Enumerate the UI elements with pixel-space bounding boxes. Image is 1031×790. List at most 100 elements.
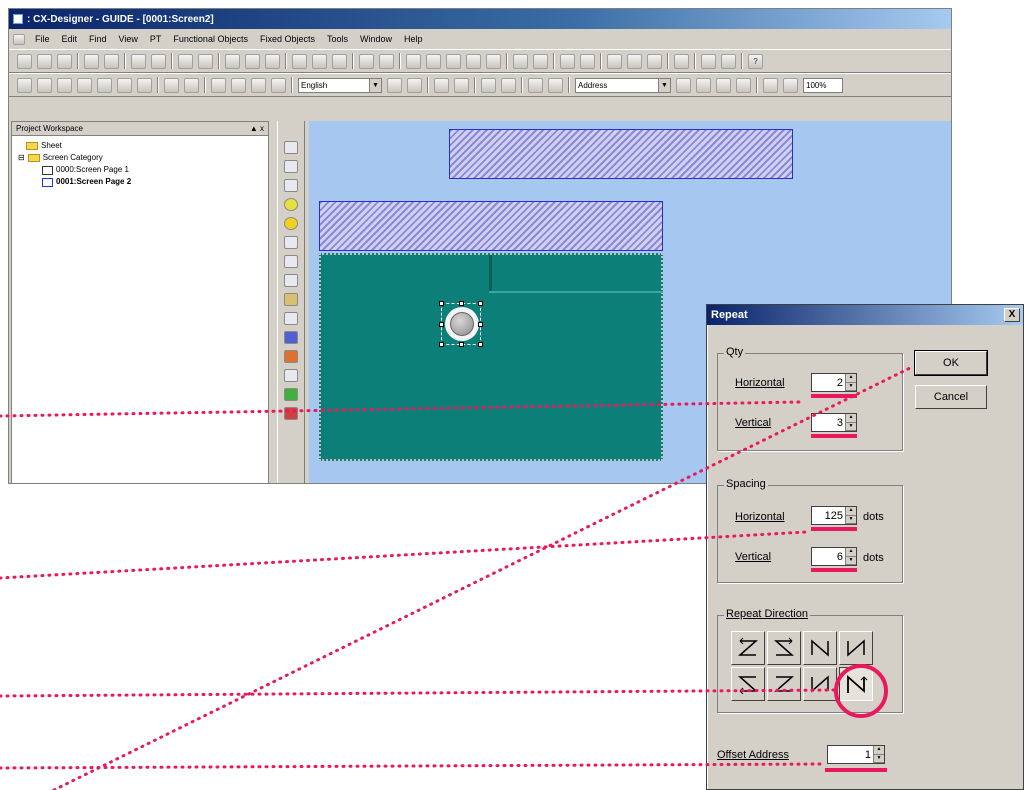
menu-pt[interactable]: PT [148, 33, 164, 45]
menu-view[interactable]: View [117, 33, 140, 45]
copy-icon[interactable] [245, 53, 260, 69]
replace-icon[interactable] [533, 53, 548, 69]
color-icon[interactable] [783, 77, 798, 93]
open-icon[interactable] [37, 53, 52, 69]
cancel-button[interactable]: Cancel [915, 385, 987, 409]
thumbwheel-icon[interactable] [284, 312, 298, 325]
spinner-arrows-icon[interactable]: ▲ ▼ [873, 746, 884, 763]
properties-icon[interactable] [265, 53, 280, 69]
expand-icon[interactable]: ⊟ [18, 152, 25, 164]
transfer-icon[interactable] [131, 53, 146, 69]
find-icon[interactable] [513, 53, 528, 69]
tree-item-screen-category[interactable]: ⊟ Screen Category [18, 152, 262, 164]
numeral-display-icon[interactable] [284, 255, 298, 268]
help-icon[interactable]: ? [748, 53, 763, 69]
polyline-tool-icon[interactable] [77, 77, 92, 93]
new-icon[interactable] [17, 53, 32, 69]
open-folder-icon[interactable] [57, 53, 72, 69]
menu-fixed-objects[interactable]: Fixed Objects [258, 33, 317, 45]
save-icon[interactable] [104, 53, 119, 69]
resize-handle[interactable] [459, 301, 464, 306]
copy-clip-icon[interactable] [426, 53, 441, 69]
cut-icon[interactable] [406, 53, 421, 69]
folder-icon[interactable] [647, 53, 662, 69]
library-icon[interactable] [701, 53, 716, 69]
bitmap-icon[interactable] [284, 331, 298, 344]
polygon-tool-icon[interactable] [97, 77, 112, 93]
tag-icon[interactable] [716, 77, 731, 93]
test-icon[interactable] [607, 53, 622, 69]
hatched-object-middle[interactable] [319, 201, 663, 251]
workspace-pin-close[interactable]: ▲ x [250, 124, 264, 133]
spinner-arrows-icon[interactable]: ▲ ▼ [845, 507, 856, 524]
circle-tool-icon[interactable] [37, 77, 52, 93]
undo-icon[interactable] [359, 53, 374, 69]
compare-icon[interactable] [178, 53, 193, 69]
hatched-object-top[interactable] [449, 129, 793, 179]
align-left-icon[interactable] [164, 77, 179, 93]
menu-functional-objects[interactable]: Functional Objects [171, 33, 250, 45]
menu-find[interactable]: Find [87, 33, 109, 45]
rectangle-tool-icon[interactable] [17, 77, 32, 93]
paste-clip-icon[interactable] [446, 53, 461, 69]
new-page-icon[interactable] [84, 53, 99, 69]
page-icon[interactable] [292, 53, 307, 69]
offset-address-spinner[interactable]: 1 ▲ ▼ [827, 745, 885, 764]
font-icon[interactable] [387, 77, 402, 93]
arc-tool-icon[interactable] [137, 77, 152, 93]
compare-all-icon[interactable] [198, 53, 213, 69]
frame-panel[interactable] [319, 253, 663, 461]
tree-item-screen-page-2[interactable]: 0001:Screen Page 2 [18, 176, 262, 188]
align-top-icon[interactable] [184, 77, 199, 93]
tree-item-screen-page-1[interactable]: 0000:Screen Page 1 [18, 164, 262, 176]
selected-lamp-object[interactable] [439, 301, 483, 347]
text-align-icon[interactable] [434, 77, 449, 93]
qty-vertical-spinner[interactable]: 3 ▲ ▼ [811, 413, 857, 432]
group-icon[interactable] [251, 77, 266, 93]
qty-horizontal-spinner[interactable]: 2 ▲ ▼ [811, 373, 857, 392]
string-display-icon[interactable] [284, 274, 298, 287]
text-icon[interactable] [284, 236, 298, 249]
direction-button-right-up[interactable] [731, 667, 765, 701]
level-meter-icon[interactable] [284, 350, 298, 363]
spinner-arrows-icon[interactable]: ▲ ▼ [845, 374, 856, 391]
broken-line-graph-icon[interactable] [284, 369, 298, 382]
resize-handle[interactable] [478, 322, 483, 327]
menu-tools[interactable]: Tools [325, 33, 350, 45]
resize-handle[interactable] [439, 322, 444, 327]
redo-icon[interactable] [379, 53, 394, 69]
resize-handle[interactable] [478, 301, 483, 306]
direction-button-left-down[interactable] [767, 631, 801, 665]
status-icon[interactable] [580, 53, 595, 69]
direction-button-right-down[interactable] [731, 631, 765, 665]
label-3-icon[interactable] [528, 77, 543, 93]
spacing-vertical-spinner[interactable]: 6 ▲ ▼ [811, 547, 857, 566]
resize-handle[interactable] [439, 342, 444, 347]
ungroup-icon[interactable] [271, 77, 286, 93]
line-tool-icon[interactable] [57, 77, 72, 93]
word-lamp-icon[interactable] [284, 217, 298, 230]
ok-button[interactable]: OK [914, 350, 988, 376]
bit-lamp-icon[interactable] [284, 198, 298, 211]
font-style-icon[interactable] [407, 77, 422, 93]
spinner-arrows-icon[interactable]: ▲ ▼ [845, 548, 856, 565]
front-icon[interactable] [211, 77, 226, 93]
delete-icon[interactable] [466, 53, 481, 69]
command-button-icon[interactable] [284, 179, 298, 192]
ids-2-icon[interactable] [696, 77, 711, 93]
library-open-icon[interactable] [721, 53, 736, 69]
spacing-horizontal-spinner[interactable]: 125 ▲ ▼ [811, 506, 857, 525]
ids-icon[interactable] [676, 77, 691, 93]
close-icon[interactable]: X [1004, 308, 1020, 322]
direction-button-down-left[interactable] [839, 631, 873, 665]
select-all-icon[interactable] [486, 53, 501, 69]
text-align-2-icon[interactable] [454, 77, 469, 93]
language-select[interactable]: English ▼ [298, 77, 382, 93]
display-toggle-icon[interactable] [736, 77, 751, 93]
resize-handle[interactable] [478, 342, 483, 347]
grid-icon[interactable] [763, 77, 778, 93]
menu-file[interactable]: File [33, 33, 52, 45]
analogue-meter-icon[interactable] [284, 388, 298, 401]
paste-icon[interactable] [225, 53, 240, 69]
table-icon[interactable] [674, 53, 689, 69]
